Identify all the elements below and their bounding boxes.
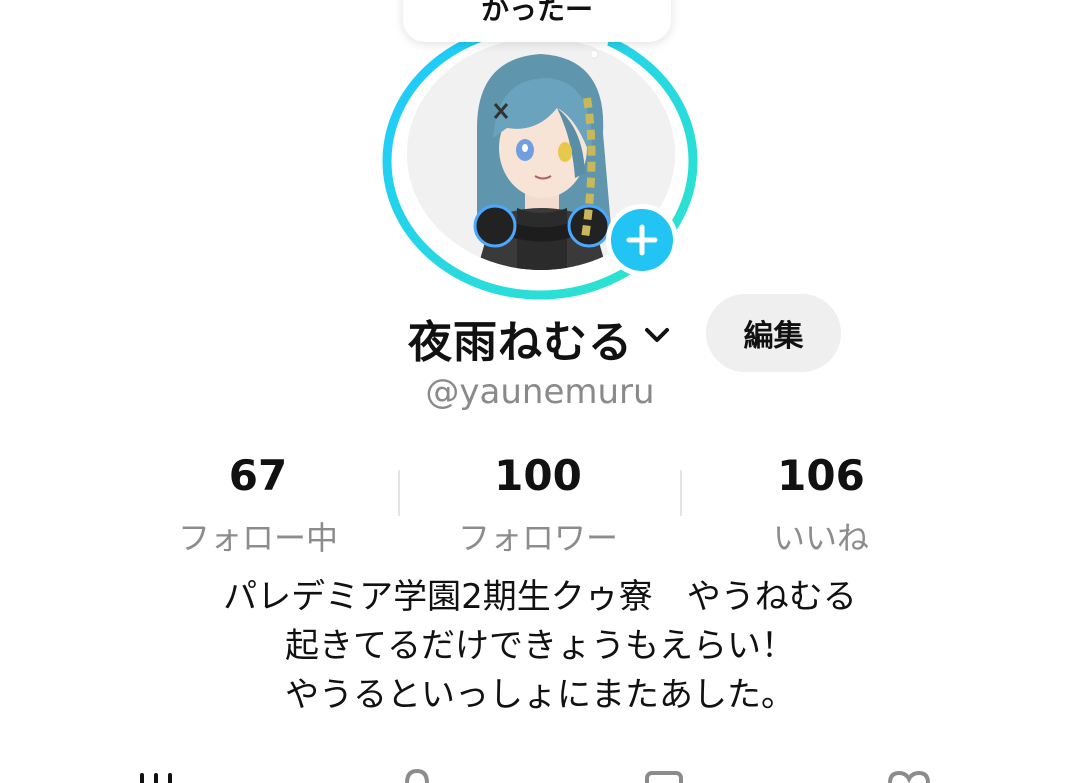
status-bubble: かったー xyxy=(403,0,671,42)
bookmark-icon[interactable] xyxy=(644,769,684,783)
following-stat[interactable]: 67 フォロー中 xyxy=(118,455,398,559)
edit-profile-button[interactable]: 編集 xyxy=(706,294,841,372)
followers-stat[interactable]: 100 フォロワー xyxy=(398,455,678,559)
likes-stat[interactable]: 106 いいね xyxy=(681,455,961,559)
following-label: フォロー中 xyxy=(177,519,338,557)
following-count: 67 xyxy=(228,451,288,500)
plus-icon xyxy=(626,224,658,256)
likes-label: いいね xyxy=(772,519,869,557)
edit-profile-label: 編集 xyxy=(743,319,804,354)
display-name[interactable]: 夜雨ねむる xyxy=(408,306,633,370)
heart-icon[interactable] xyxy=(886,769,932,783)
bio-line: パレデミア学園2期生クゥ寮 やうねむる xyxy=(223,577,857,617)
bio-line: やうるといっしょにまたあした。 xyxy=(285,675,795,715)
followers-count: 100 xyxy=(494,451,582,500)
bio-line: 起きてるだけできょうもえらい！ xyxy=(285,626,795,666)
followers-label: フォロワー xyxy=(457,519,618,557)
lock-icon[interactable] xyxy=(402,769,432,783)
grid-icon[interactable] xyxy=(138,769,188,783)
add-story-button[interactable] xyxy=(606,204,678,276)
likes-count: 106 xyxy=(777,451,865,500)
username-handle: @yaunemuru xyxy=(425,372,655,412)
chevron-down-icon[interactable] xyxy=(640,318,674,352)
profile-bio: パレデミア学園2期生クゥ寮 やうねむる 起きてるだけできょうもえらい！ やうると… xyxy=(0,573,1080,720)
status-bubble-text: かったー xyxy=(480,0,593,26)
